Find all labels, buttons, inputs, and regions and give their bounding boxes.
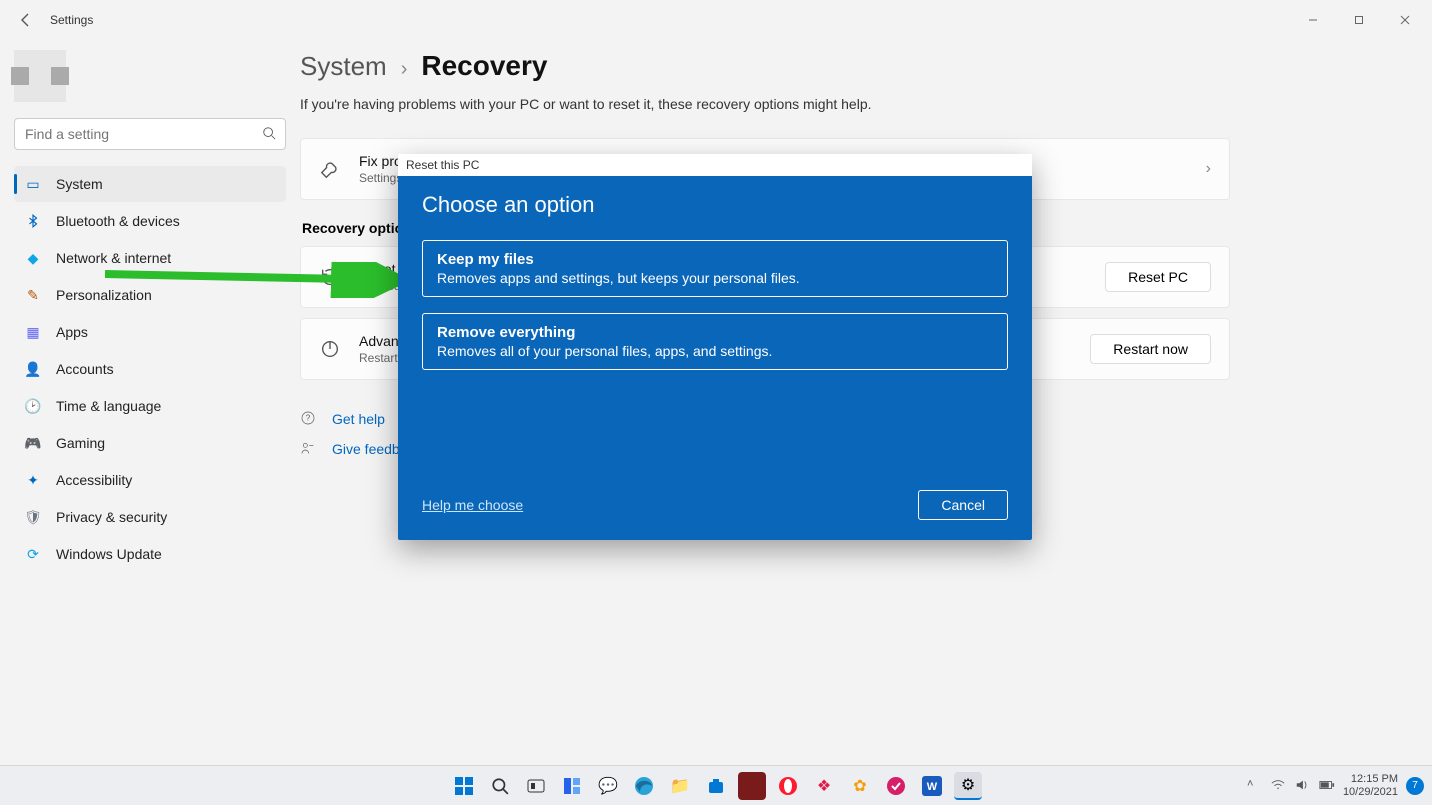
breadcrumb-parent[interactable]: System bbox=[300, 51, 387, 82]
dialog-titlebar: Reset this PC bbox=[398, 154, 1032, 176]
option-keep-files[interactable]: Keep my files Removes apps and settings,… bbox=[422, 240, 1008, 297]
person-icon: 👤 bbox=[24, 360, 42, 378]
apps-icon: ▦ bbox=[24, 323, 42, 341]
sidebar-item-time[interactable]: 🕑 Time & language bbox=[14, 388, 286, 424]
help-icon: ? bbox=[300, 410, 318, 428]
nav-label: Network & internet bbox=[56, 250, 171, 266]
breadcrumb-separator: › bbox=[401, 58, 408, 81]
monitor-icon: ▭ bbox=[24, 175, 42, 193]
taskbar: 💬 📁 ❖ ✿ W ⚙ ˄ 12:15 PM 10/29/2021 7 bbox=[0, 765, 1432, 805]
word-icon[interactable]: W bbox=[918, 772, 946, 800]
paintbrush-icon: ✎ bbox=[24, 286, 42, 304]
sidebar-item-accessibility[interactable]: ✦ Accessibility bbox=[14, 462, 286, 498]
bluetooth-icon bbox=[24, 212, 42, 230]
nav-label: Time & language bbox=[56, 398, 161, 414]
tray-date: 10/29/2021 bbox=[1343, 786, 1398, 799]
edge-icon[interactable] bbox=[630, 772, 658, 800]
sidebar-item-network[interactable]: ◆ Network & internet bbox=[14, 240, 286, 276]
search-icon bbox=[262, 126, 276, 145]
app-icon-4[interactable] bbox=[882, 772, 910, 800]
nav-label: Apps bbox=[56, 324, 88, 340]
reset-pc-button[interactable]: Reset PC bbox=[1105, 262, 1211, 292]
nav-label: Bluetooth & devices bbox=[56, 213, 180, 229]
option-desc: Removes all of your personal files, apps… bbox=[437, 343, 993, 359]
nav-label: System bbox=[56, 176, 103, 192]
app-icon-3[interactable]: ✿ bbox=[846, 772, 874, 800]
dialog-heading: Choose an option bbox=[422, 192, 1008, 218]
restart-now-button[interactable]: Restart now bbox=[1090, 334, 1211, 364]
sidebar-item-apps[interactable]: ▦ Apps bbox=[14, 314, 286, 350]
get-help-link[interactable]: Get help bbox=[332, 411, 385, 427]
settings-taskbar-icon[interactable]: ⚙ bbox=[954, 772, 982, 800]
reset-pc-dialog: Reset this PC Choose an option Keep my f… bbox=[398, 154, 1032, 540]
widgets-icon[interactable] bbox=[558, 772, 586, 800]
power-icon bbox=[319, 338, 341, 360]
shield-icon: 🛡 bbox=[24, 508, 42, 526]
sidebar-item-accounts[interactable]: 👤 Accounts bbox=[14, 351, 286, 387]
clock-icon: 🕑 bbox=[24, 397, 42, 415]
nav-label: Privacy & security bbox=[56, 509, 167, 525]
teams-icon[interactable]: 💬 bbox=[594, 772, 622, 800]
option-title: Remove everything bbox=[437, 324, 993, 341]
back-icon[interactable] bbox=[18, 12, 34, 28]
start-button[interactable] bbox=[450, 772, 478, 800]
title-bar: Settings bbox=[0, 0, 1432, 40]
system-tray: ˄ 12:15 PM 10/29/2021 7 bbox=[1247, 766, 1424, 805]
app-icon[interactable] bbox=[738, 772, 766, 800]
cancel-button[interactable]: Cancel bbox=[918, 490, 1008, 520]
option-title: Keep my files bbox=[437, 251, 993, 268]
chevron-right-icon: › bbox=[1206, 160, 1211, 178]
chevron-up-icon[interactable]: ˄ bbox=[1247, 778, 1263, 794]
sidebar-item-personalization[interactable]: ✎ Personalization bbox=[14, 277, 286, 313]
opera-icon[interactable] bbox=[774, 772, 802, 800]
clock[interactable]: 12:15 PM 10/29/2021 bbox=[1343, 773, 1398, 798]
app-icon-2[interactable]: ❖ bbox=[810, 772, 838, 800]
update-icon: ⟳ bbox=[24, 545, 42, 563]
explorer-icon[interactable]: 📁 bbox=[666, 772, 694, 800]
window-title: Settings bbox=[50, 13, 93, 27]
reset-icon bbox=[319, 266, 341, 288]
taskbar-apps: 💬 📁 ❖ ✿ W ⚙ bbox=[450, 772, 982, 800]
option-remove-everything[interactable]: Remove everything Removes all of your pe… bbox=[422, 313, 1008, 370]
maximize-button[interactable] bbox=[1336, 5, 1382, 35]
sidebar-item-gaming[interactable]: 🎮 Gaming bbox=[14, 425, 286, 461]
volume-icon[interactable] bbox=[1295, 778, 1311, 794]
taskbar-search-icon[interactable] bbox=[486, 772, 514, 800]
accessibility-icon: ✦ bbox=[24, 471, 42, 489]
svg-text:W: W bbox=[927, 781, 938, 793]
nav-label: Accessibility bbox=[56, 472, 132, 488]
sidebar-item-privacy[interactable]: 🛡 Privacy & security bbox=[14, 499, 286, 535]
sidebar-item-system[interactable]: ▭ System bbox=[14, 166, 286, 202]
option-desc: Removes apps and settings, but keeps you… bbox=[437, 270, 993, 286]
tray-time: 12:15 PM bbox=[1343, 773, 1398, 786]
svg-text:?: ? bbox=[306, 414, 311, 423]
wifi-tray-icon[interactable] bbox=[1271, 778, 1287, 794]
minimize-button[interactable] bbox=[1290, 5, 1336, 35]
search-input[interactable] bbox=[14, 118, 286, 150]
nav-label: Personalization bbox=[56, 287, 152, 303]
close-button[interactable] bbox=[1382, 5, 1428, 35]
notification-badge[interactable]: 7 bbox=[1406, 777, 1424, 795]
page-title: Recovery bbox=[421, 50, 547, 82]
wrench-icon bbox=[319, 158, 341, 180]
nav-label: Gaming bbox=[56, 435, 105, 451]
help-me-choose-link[interactable]: Help me choose bbox=[422, 497, 523, 513]
user-profile[interactable] bbox=[14, 52, 286, 100]
nav-list: ▭ System Bluetooth & devices ◆ Network &… bbox=[14, 166, 286, 572]
sidebar-item-update[interactable]: ⟳ Windows Update bbox=[14, 536, 286, 572]
store-icon[interactable] bbox=[702, 772, 730, 800]
avatar-icon bbox=[14, 50, 66, 102]
breadcrumb: System › Recovery bbox=[300, 50, 1400, 82]
window-controls bbox=[1290, 5, 1428, 35]
feedback-icon bbox=[300, 440, 318, 458]
nav-label: Windows Update bbox=[56, 546, 162, 562]
wifi-icon: ◆ bbox=[24, 249, 42, 267]
sidebar-item-bluetooth[interactable]: Bluetooth & devices bbox=[14, 203, 286, 239]
nav-label: Accounts bbox=[56, 361, 114, 377]
gamepad-icon: 🎮 bbox=[24, 434, 42, 452]
battery-icon[interactable] bbox=[1319, 778, 1335, 794]
task-view-icon[interactable] bbox=[522, 772, 550, 800]
intro-text: If you're having problems with your PC o… bbox=[300, 96, 1400, 112]
sidebar: ▭ System Bluetooth & devices ◆ Network &… bbox=[0, 40, 300, 765]
